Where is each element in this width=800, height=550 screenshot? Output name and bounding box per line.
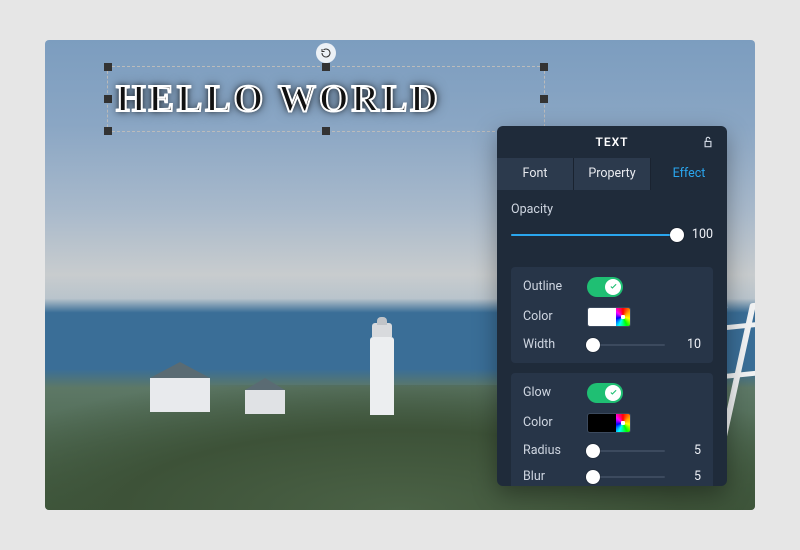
scenery-house [245, 390, 285, 414]
opacity-slider-row: 100 [511, 227, 713, 243]
glow-blur-value: 5 [675, 469, 701, 484]
outline-toggle[interactable] [587, 277, 623, 297]
glow-radius-label: Radius [523, 443, 577, 458]
color-picker-icon[interactable] [616, 414, 630, 432]
resize-handle-tm[interactable] [322, 63, 330, 71]
editor-canvas[interactable]: HELLO WORLD TEXT Font Property Effect Op… [45, 40, 755, 510]
glow-radius-value: 5 [675, 443, 701, 458]
tab-effect[interactable]: Effect [650, 158, 727, 190]
resize-handle-bm[interactable] [322, 127, 330, 135]
canvas-text[interactable]: HELLO WORLD [116, 75, 536, 123]
scenery-lighthouse [370, 337, 394, 415]
rotate-handle[interactable] [316, 43, 336, 63]
resize-handle-ml[interactable] [104, 95, 112, 103]
outline-group: Outline Color Width [511, 267, 713, 363]
outline-width-slider[interactable] [587, 337, 665, 353]
lock-icon[interactable] [701, 135, 715, 149]
outline-width-label: Width [523, 337, 577, 352]
panel-tabs: Font Property Effect [497, 158, 727, 190]
panel-title: TEXT [595, 135, 628, 149]
opacity-value: 100 [687, 227, 713, 242]
tab-font[interactable]: Font [497, 158, 573, 190]
resize-handle-bl[interactable] [104, 127, 112, 135]
glow-color-label: Color [523, 415, 577, 430]
glow-blur-label: Blur [523, 469, 577, 484]
glow-toggle[interactable] [587, 383, 623, 403]
outline-color-label: Color [523, 309, 577, 324]
tab-property[interactable]: Property [573, 158, 650, 190]
glow-group: Glow Color Radius [511, 373, 713, 487]
outline-label: Outline [523, 279, 577, 294]
glow-radius-slider[interactable] [587, 443, 665, 459]
rotate-icon [320, 47, 332, 59]
resize-handle-tl[interactable] [104, 63, 112, 71]
scenery-house [150, 378, 210, 412]
opacity-label: Opacity [511, 202, 713, 217]
glow-label: Glow [523, 385, 577, 400]
check-icon [609, 388, 618, 397]
resize-handle-tr[interactable] [540, 63, 548, 71]
check-icon [609, 282, 618, 291]
panel-body: Opacity 100 Outline Color [497, 190, 727, 487]
glow-color-swatch[interactable] [587, 413, 631, 433]
glow-blur-slider[interactable] [587, 469, 665, 485]
outline-width-value: 10 [675, 337, 701, 352]
resize-handle-mr[interactable] [540, 95, 548, 103]
outline-color-swatch[interactable] [587, 307, 631, 327]
opacity-row: Opacity [511, 202, 713, 217]
color-picker-icon[interactable] [616, 308, 630, 326]
text-effects-panel: TEXT Font Property Effect Opacity 100 [497, 126, 727, 486]
panel-title-bar: TEXT [497, 126, 727, 158]
opacity-slider[interactable] [511, 227, 677, 243]
text-selection-box[interactable]: HELLO WORLD [107, 66, 545, 132]
